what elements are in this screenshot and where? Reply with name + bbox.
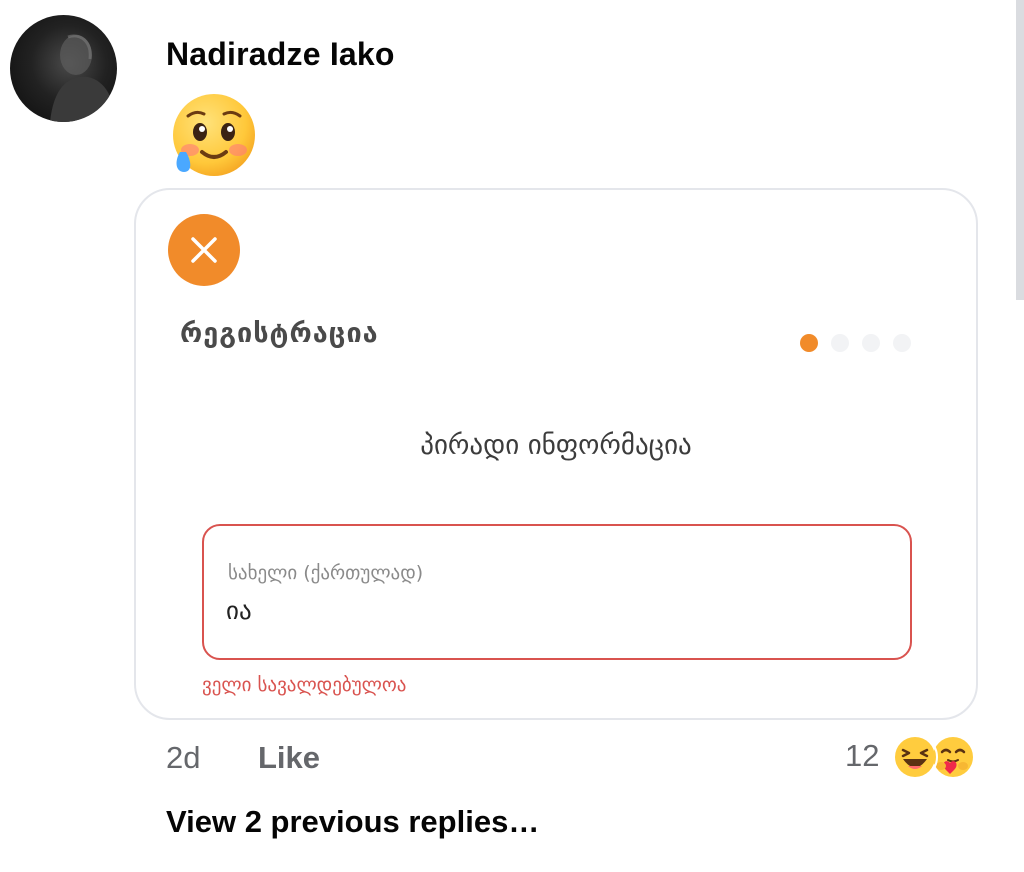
scrollbar[interactable]	[1016, 0, 1024, 300]
first-name-label: სახელი (ქართულად)	[228, 562, 424, 584]
field-error-message: ველი სავალდებულოა	[202, 674, 407, 696]
comment-author[interactable]: Nadiradze Iako	[166, 36, 395, 73]
laughing-face-icon	[892, 734, 938, 780]
first-name-input[interactable]	[226, 596, 826, 625]
progress-dot-2	[831, 334, 849, 352]
registration-title: რეგისტრაცია	[180, 318, 379, 349]
first-name-field[interactable]: სახელი (ქართულად)	[202, 524, 912, 660]
progress-dot-4	[893, 334, 911, 352]
section-title: პირადი ინფორმაცია	[420, 430, 692, 461]
close-icon	[191, 237, 217, 263]
progress-dots	[800, 334, 911, 352]
progress-dot-1	[800, 334, 818, 352]
avatar-photo	[50, 34, 116, 122]
shared-screenshot-card: რეგისტრაცია პირადი ინფორმაცია სახელი (ქა…	[134, 188, 978, 720]
comment-timestamp[interactable]: 2d	[166, 740, 200, 776]
face-holding-back-tears-icon	[166, 92, 260, 183]
close-button[interactable]	[168, 214, 240, 286]
view-previous-replies-link[interactable]: View 2 previous replies…	[166, 804, 539, 840]
progress-dot-3	[862, 334, 880, 352]
reactions-summary[interactable]	[892, 734, 982, 780]
like-button[interactable]: Like	[258, 740, 320, 776]
reaction-count[interactable]: 12	[845, 738, 879, 774]
avatar[interactable]	[10, 15, 117, 122]
